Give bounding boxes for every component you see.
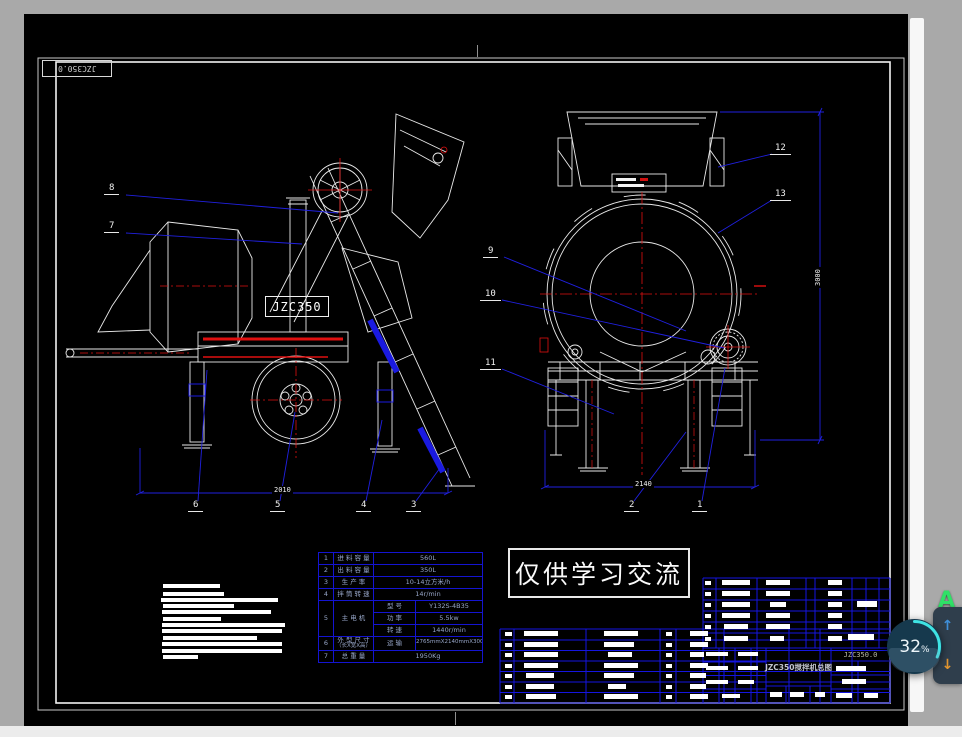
corner-label-text: JZC350.0 bbox=[58, 64, 97, 73]
zoom-in-arrow-icon[interactable]: ↑ bbox=[942, 618, 954, 634]
spec-no: 7 bbox=[319, 650, 334, 662]
titleblock-title: JZC350搅拌机总图 bbox=[766, 650, 831, 684]
part-label-12: 12 bbox=[770, 144, 791, 155]
part-label-5: 5 bbox=[270, 501, 285, 512]
dim-front-width: 2140 bbox=[633, 480, 654, 488]
spec-row: 4 拌 筒 转 速 14r/min bbox=[319, 589, 483, 601]
spec-value: 560L bbox=[374, 553, 483, 565]
dim-front-height: 3000 bbox=[814, 267, 822, 288]
spec-subvalue: 5.5kw bbox=[416, 613, 483, 625]
part-label-10: 10 bbox=[480, 290, 501, 301]
side-view-hydraulics bbox=[189, 320, 443, 472]
spec-row: 3 生 产 率 10-14立方米/h bbox=[319, 577, 483, 589]
spec-name: 进 料 容 量 bbox=[334, 553, 374, 565]
notes-redacted bbox=[161, 584, 285, 659]
spec-subvalue: 1440r/min bbox=[416, 625, 483, 637]
screen: { "app": { "zoom_badge": {"value": "32",… bbox=[0, 0, 962, 737]
part-label-13: 13 bbox=[770, 190, 791, 201]
spec-subkey: 型 号 bbox=[374, 601, 416, 613]
sheet-corner-label: JZC350.0 bbox=[42, 60, 112, 77]
spec-subvalue: Y132S-4B35 bbox=[416, 601, 483, 613]
spec-row: 6 外 型 尺 寸 （长X宽X高） 运 输 2765mmX2140mmX3000… bbox=[319, 637, 483, 651]
nameplate-marks bbox=[616, 178, 648, 187]
leader-lines bbox=[126, 154, 772, 501]
machine-nameplate: JZC350 bbox=[265, 296, 329, 317]
zoom-out-arrow-icon[interactable]: ↓ bbox=[942, 657, 954, 673]
part-label-8: 8 bbox=[104, 184, 119, 195]
spec-subkey: 运 输 bbox=[374, 637, 416, 651]
zoom-level-percent: % bbox=[921, 645, 930, 655]
spec-no: 1 bbox=[319, 553, 334, 565]
spec-name-line2: （长X宽X高） bbox=[334, 644, 373, 650]
watermark-box: 仅供学习交流 bbox=[508, 548, 690, 598]
spec-value: 350L bbox=[374, 565, 483, 577]
spec-row: 5 主 电 机 型 号 Y132S-4B35 bbox=[319, 601, 483, 613]
spec-no: 5 bbox=[319, 601, 334, 637]
spec-name: 生 产 率 bbox=[334, 577, 374, 589]
part-label-2: 2 bbox=[624, 501, 639, 512]
spec-name: 出 料 容 量 bbox=[334, 565, 374, 577]
spec-value: 14r/min bbox=[374, 589, 483, 601]
spec-name: 外 型 尺 寸 （长X宽X高） bbox=[334, 637, 374, 651]
spec-value: 1950Kg bbox=[374, 650, 483, 662]
watermark-text: 仅供学习交流 bbox=[515, 555, 683, 591]
spec-no: 4 bbox=[319, 589, 334, 601]
part-label-11: 11 bbox=[480, 359, 501, 370]
zoom-level-value: 32 bbox=[899, 637, 921, 657]
part-label-3: 3 bbox=[406, 501, 421, 512]
spec-no: 3 bbox=[319, 577, 334, 589]
spec-name: 拌 筒 转 速 bbox=[334, 589, 374, 601]
zoom-level-badge[interactable]: 32 % bbox=[887, 619, 942, 674]
part-label-7: 7 bbox=[104, 222, 119, 233]
spec-table: 1 进 料 容 量 560L 2 出 料 容 量 350L 3 生 产 率 10… bbox=[318, 552, 483, 663]
spec-row: 1 进 料 容 量 560L bbox=[319, 553, 483, 565]
spec-name: 主 电 机 bbox=[334, 601, 374, 637]
spec-subvalue: 2765mmX2140mmX3000mm bbox=[416, 637, 483, 651]
spec-no: 2 bbox=[319, 565, 334, 577]
spec-value: 10-14立方米/h bbox=[374, 577, 483, 589]
part-label-9: 9 bbox=[483, 247, 498, 258]
part-label-6: 6 bbox=[188, 501, 203, 512]
dim-side-length: 2010 bbox=[272, 486, 293, 494]
part-label-4: 4 bbox=[356, 501, 371, 512]
titleblock-drawing-number: JZC350.0 bbox=[831, 649, 890, 661]
spec-subkey: 功 率 bbox=[374, 613, 416, 625]
spec-row: 2 出 料 容 量 350L bbox=[319, 565, 483, 577]
part-label-1: 1 bbox=[692, 501, 707, 512]
front-view-centerlines bbox=[540, 192, 766, 475]
spec-no: 6 bbox=[319, 637, 334, 651]
spec-row: 7 总 重 量 1950Kg bbox=[319, 650, 483, 662]
machine-nameplate-text: JZC350 bbox=[272, 300, 321, 314]
front-view bbox=[543, 112, 758, 471]
spec-name: 总 重 量 bbox=[334, 650, 374, 662]
spec-subkey: 转 速 bbox=[374, 625, 416, 637]
